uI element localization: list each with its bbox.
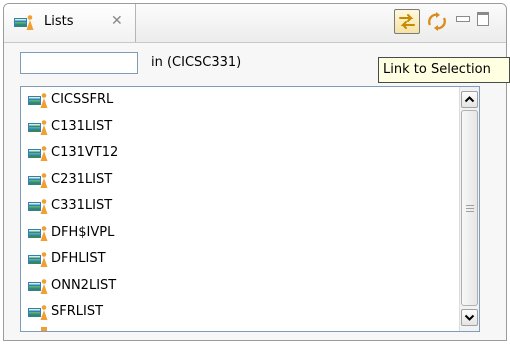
list-icon <box>28 172 48 188</box>
grip-line <box>466 211 474 212</box>
list-item-label: DFHLIST <box>51 251 106 266</box>
chevron-down-icon <box>464 314 475 321</box>
grip-line <box>466 208 474 209</box>
list-item-label: C231LIST <box>51 171 113 187</box>
view-header: Lists ✕ <box>4 4 506 43</box>
filter-input[interactable] <box>20 52 138 74</box>
list-icon <box>28 225 48 241</box>
list-item[interactable]: C331LIST <box>27 193 447 219</box>
list-icon <box>28 252 48 267</box>
vertical-scrollbar[interactable] <box>459 87 479 331</box>
list-item[interactable]: C231LIST <box>27 167 447 193</box>
scroll-up-button[interactable] <box>461 91 478 108</box>
list-icon <box>28 278 48 294</box>
list-item[interactable]: CICSSFRL <box>27 87 447 113</box>
list-icon <box>14 15 34 30</box>
list-icon <box>28 93 48 108</box>
list-items: CICSSFRL C131LIST C131VT12 C231LIST C331LIST… <box>21 87 459 331</box>
list-item[interactable]: DFHLIST <box>27 246 447 272</box>
list-item-label: CICSSFRL <box>51 92 114 107</box>
sync-icon <box>428 12 446 31</box>
list-item-label: C131LIST <box>51 118 113 134</box>
partial-list-item <box>41 327 47 331</box>
list-item-label: C131VT12 <box>51 145 119 160</box>
list-item[interactable]: C131LIST <box>27 114 447 140</box>
list-item[interactable]: SFRLIST <box>27 299 447 325</box>
list-icon <box>28 305 48 320</box>
close-icon[interactable]: ✕ <box>111 13 123 29</box>
lists-tree[interactable]: CICSSFRL C131LIST C131VT12 C231LIST C331LIST… <box>20 86 480 332</box>
tab-label: Lists <box>44 14 74 29</box>
list-item[interactable]: C131VT12 <box>27 140 447 166</box>
list-icon <box>28 199 48 214</box>
link-to-selection-tooltip: Link to Selection <box>378 57 510 83</box>
minimize-icon[interactable] <box>456 16 470 22</box>
list-item-label: SFRLIST <box>51 304 104 319</box>
list-item-label: C331LIST <box>51 198 113 213</box>
scrollbar-thumb[interactable] <box>461 110 478 306</box>
maximize-icon[interactable] <box>477 12 489 26</box>
list-item-label: DFH$IVPL <box>51 224 115 240</box>
chevron-up-icon <box>464 96 475 103</box>
link-to-selection-icon <box>399 14 415 29</box>
list-icon <box>28 119 48 135</box>
scope-label: in (CICSC331) <box>151 55 242 70</box>
sync-button[interactable] <box>424 9 450 34</box>
list-item[interactable]: ONN2LIST <box>27 273 447 299</box>
link-to-selection-button[interactable] <box>394 9 420 34</box>
lists-view: Lists ✕ in (CICSC331) CICSSFRL C131LIST C1… <box>3 3 507 341</box>
list-icon <box>28 146 48 161</box>
list-item[interactable]: DFH$IVPL <box>27 220 447 246</box>
list-item-label: ONN2LIST <box>51 277 117 293</box>
tab-lists[interactable]: Lists ✕ <box>4 4 136 42</box>
scroll-down-button[interactable] <box>461 309 478 326</box>
grip-line <box>466 205 474 206</box>
